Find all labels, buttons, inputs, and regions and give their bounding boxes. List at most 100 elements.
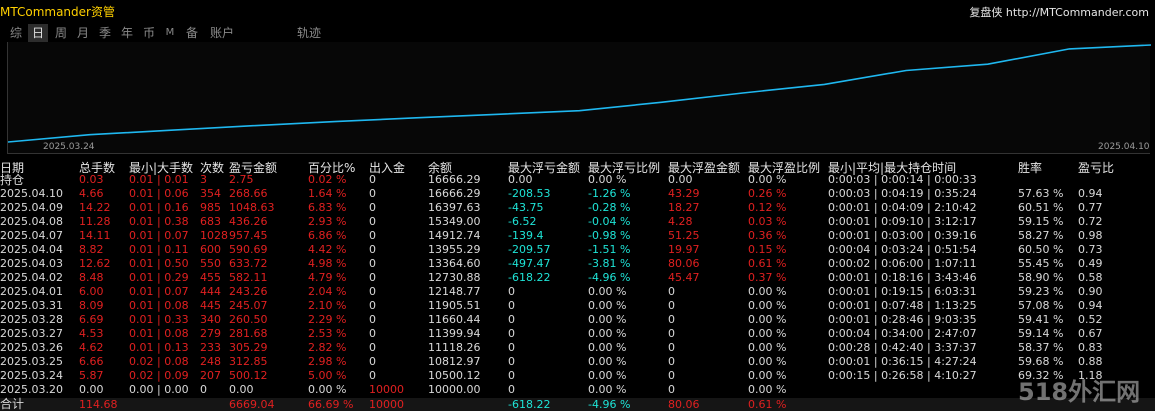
row-cash: 0: [369, 355, 376, 368]
row-count: 445: [200, 299, 221, 312]
row-date: 2025.04.02: [0, 271, 63, 284]
table-row[interactable]: 2025.03.28 6.69 0.01 | 0.33 340 260.50 2.29 %…: [0, 313, 1155, 327]
brand-link[interactable]: 复盘侠 http://MTCommander.com: [969, 4, 1149, 20]
table-row[interactable]: 2025.04.08 11.28 0.01 | 0.38 683 436.26 2.93 …: [0, 215, 1155, 229]
tab-m[interactable]: M: [161, 24, 179, 42]
row-max-float-profit: 0: [668, 341, 675, 354]
col-header-cash[interactable]: 出入金: [369, 159, 405, 175]
row-min-max: 0.01 | 0.50: [129, 257, 189, 270]
row-balance: 13955.29: [428, 243, 481, 256]
row-hold-time: 0:00:01 | 0:07:48 | 1:13:25: [828, 299, 977, 312]
row-pnl: 245.07: [229, 299, 268, 312]
row-cash: 0: [369, 299, 376, 312]
row-date: 2025.04.01: [0, 285, 63, 298]
tab-account[interactable]: 账户: [207, 24, 237, 42]
table-row[interactable]: 2025.04.10 4.66 0.01 | 0.06 354 268.66 1.64 %…: [0, 187, 1155, 201]
holding-mfpp: 0.00 %: [748, 173, 787, 186]
equity-curve: [8, 44, 1151, 143]
table-row[interactable]: 2025.03.26 4.62 0.01 | 0.13 233 305.29 2.82 %…: [0, 341, 1155, 355]
table-row[interactable]: 2025.04.04 8.82 0.01 | 0.11 600 590.69 4.42 %…: [0, 243, 1155, 257]
table-row[interactable]: 2025.03.24 5.87 0.02 | 0.09 207 500.12 5.00 %…: [0, 369, 1155, 383]
row-pnl: 582.11: [229, 271, 268, 284]
row-hold-time: 0:00:01 | 0:09:10 | 3:12:17: [828, 215, 977, 228]
row-balance: 13364.60: [428, 257, 481, 270]
row-lots: 14.11: [79, 229, 111, 242]
col-header-balance[interactable]: 余额: [428, 159, 452, 175]
col-header-max-float-loss-pct[interactable]: 最大浮亏比例: [588, 159, 660, 175]
table-row[interactable]: 2025.04.09 14.22 0.01 | 0.16 985 1048.63 6.83…: [0, 201, 1155, 215]
tab-month[interactable]: 月: [73, 24, 93, 42]
row-max-float-profit: 0: [668, 327, 675, 340]
row-lots: 5.87: [79, 369, 104, 382]
row-hold-time: 0:00:04 | 0:03:24 | 0:51:54: [828, 243, 977, 256]
holding-lots: 0.03: [79, 173, 104, 186]
tab-currency[interactable]: 币: [139, 24, 159, 42]
tab-week[interactable]: 周: [51, 24, 71, 42]
row-pl-ratio: 0.58: [1078, 271, 1103, 284]
col-header-date[interactable]: 日期: [0, 159, 24, 175]
tab-year[interactable]: 年: [117, 24, 137, 42]
holding-cash: 0: [369, 173, 376, 186]
col-header-max-float-loss[interactable]: 最大浮亏金额: [508, 159, 580, 175]
tab-overview[interactable]: 综: [6, 24, 26, 42]
col-header-min-max-lots[interactable]: 最小|大手数: [129, 159, 193, 175]
row-hold-time: 0:00:15 | 0:26:58 | 4:10:27: [828, 369, 977, 382]
row-count: 985: [200, 201, 221, 214]
col-header-total-lots[interactable]: 总手数: [79, 159, 115, 175]
tab-trajectory[interactable]: 轨迹: [293, 24, 325, 42]
row-pnl: 0.00: [229, 383, 254, 396]
tab-backup[interactable]: 备: [182, 24, 202, 42]
tab-day[interactable]: 日: [28, 24, 48, 42]
total-row[interactable]: 合计 114.68 6669.04 66.69 % 10000 -618.22 …: [0, 398, 1155, 411]
holding-row[interactable]: 持仓 0.03 0.01 | 0.01 3 2.75 0.02 % 0 1666…: [0, 173, 1155, 187]
row-max-float-profit: 18.27: [668, 201, 700, 214]
row-max-float-profit-pct: 0.00 %: [748, 327, 787, 340]
table-row[interactable]: 2025.04.01 6.00 0.01 | 0.07 444 243.26 2.04 %…: [0, 285, 1155, 299]
chart-start-date: 2025.03.24: [43, 142, 95, 152]
col-header-max-float-profit-pct[interactable]: 最大浮盈比例: [748, 159, 820, 175]
row-pl-ratio: 0.88: [1078, 355, 1103, 368]
col-header-percent[interactable]: 百分比%: [308, 159, 355, 175]
row-count: 550: [200, 257, 221, 270]
row-count: 444: [200, 285, 221, 298]
row-hold-time: 0:00:02 | 0:06:00 | 1:07:11: [828, 257, 977, 270]
row-hold-time: 0:00:04 | 0:34:00 | 2:47:07: [828, 327, 977, 340]
holding-mflp: 0.00 %: [588, 173, 627, 186]
row-min-max: 0.00 | 0.00: [129, 383, 189, 396]
row-hold-time: 0:00:01 | 0:36:15 | 4:27:24: [828, 355, 977, 368]
table-row[interactable]: 2025.03.31 8.09 0.01 | 0.08 445 245.07 2.10 %…: [0, 299, 1155, 313]
table-row[interactable]: 2025.03.27 4.53 0.01 | 0.08 279 281.68 2.53 %…: [0, 327, 1155, 341]
row-pct: 6.86 %: [308, 229, 347, 242]
col-header-max-float-profit[interactable]: 最大浮盈金额: [668, 159, 740, 175]
row-cash: 0: [369, 313, 376, 326]
table-row[interactable]: 2025.03.20 0.00 0.00 | 0.00 0 0.00 0.00 % 1000…: [0, 383, 1155, 397]
row-pl-ratio: 0.67: [1078, 327, 1103, 340]
table-row[interactable]: 2025.03.25 6.66 0.02 | 0.08 248 312.85 2.98 %…: [0, 355, 1155, 369]
row-balance: 11905.51: [428, 299, 481, 312]
table-row[interactable]: 2025.04.03 12.62 0.01 | 0.50 550 633.72 4.98 …: [0, 257, 1155, 271]
row-max-float-loss-pct: 0.00 %: [588, 355, 627, 368]
row-pct: 4.42 %: [308, 243, 347, 256]
row-max-float-profit-pct: 0.00 %: [748, 313, 787, 326]
total-lots: 114.68: [79, 398, 118, 411]
table-row[interactable]: 2025.04.02 8.48 0.01 | 0.29 455 582.11 4.79 %…: [0, 271, 1155, 285]
row-min-max: 0.01 | 0.08: [129, 327, 189, 340]
col-header-win-rate[interactable]: 胜率: [1018, 159, 1042, 175]
app-title: MTCommander资管: [0, 5, 115, 19]
col-header-hold-time[interactable]: 最小|平均|最大持仓时间: [828, 159, 956, 175]
row-pnl: 500.12: [229, 369, 268, 382]
row-pct: 1.64 %: [308, 187, 347, 200]
holding-hold-time: 0:00:03 | 0:00:14 | 0:00:33: [828, 173, 977, 186]
row-cash: 0: [369, 271, 376, 284]
row-max-float-loss-pct: -0.28 %: [588, 201, 631, 214]
row-min-max: 0.01 | 0.29: [129, 271, 189, 284]
row-win-rate: 60.50 %: [1018, 243, 1064, 256]
col-header-pl-ratio[interactable]: 盈亏比: [1078, 159, 1114, 175]
row-win-rate: 59.41 %: [1018, 313, 1064, 326]
table-row[interactable]: 2025.04.07 14.11 0.01 | 0.07 1028 957.45 6.86…: [0, 229, 1155, 243]
row-count: 340: [200, 313, 221, 326]
col-header-pnl[interactable]: 盈亏金额: [229, 159, 277, 175]
col-header-count[interactable]: 次数: [200, 159, 224, 175]
row-max-float-profit-pct: 0.00 %: [748, 285, 787, 298]
tab-quarter[interactable]: 季: [95, 24, 115, 42]
